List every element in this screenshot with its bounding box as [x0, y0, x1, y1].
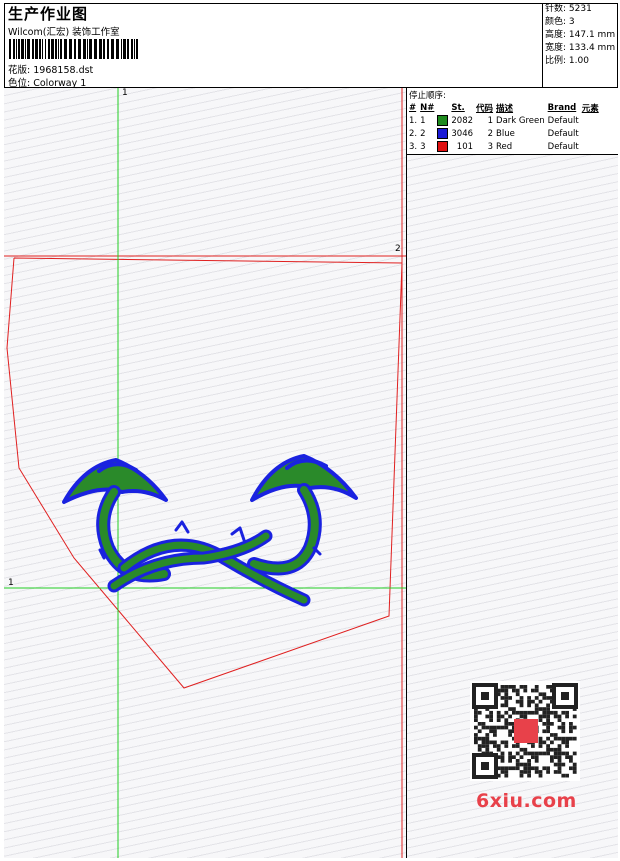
design-drawing	[4, 88, 406, 858]
company-name: Wilcom(汇宏) 装饰工作室	[8, 27, 120, 38]
axis-label-left: 1	[8, 578, 14, 588]
stat-stitches: 针数: 5231	[545, 4, 592, 14]
stop-sequence-table: # N# St. 代码 描述 Brand 元素 1. 1 2082 1 Dark G…	[409, 101, 602, 153]
col-stitches: St.	[451, 102, 465, 113]
stat-height: 高度: 147.1 mm	[545, 30, 616, 40]
pocket-outline	[6, 257, 403, 689]
col-swatch	[437, 101, 451, 114]
stat-width: 宽度: 133.4 mm	[545, 43, 616, 53]
table-row: 3. 3 101 3 Red Default	[409, 141, 579, 152]
colorway: 色位: Colorway 1	[8, 75, 86, 89]
design-canvas: 1 1 2	[4, 88, 406, 858]
stop-sequence-title: 停止顺序:	[409, 91, 446, 101]
design-file: 花版: 1968158.dst	[8, 62, 93, 76]
axis-label-right: 2	[395, 244, 401, 254]
col-desc: 描述	[496, 103, 514, 114]
col-index: #	[409, 102, 417, 113]
barcode	[9, 39, 138, 59]
embroidery-motif	[62, 454, 358, 607]
color-swatch	[437, 141, 449, 152]
col-n: N#	[420, 102, 435, 113]
table-row: 1. 1 2082 1 Dark Green Default	[409, 115, 579, 126]
col-code: 代码	[476, 103, 494, 114]
axis-label-top: 1	[122, 88, 128, 98]
watermark-logo: 6xiu.com	[476, 790, 577, 812]
qr-code	[470, 681, 580, 781]
col-brand: Brand	[547, 102, 577, 113]
header: 生产作业图 Wilcom(汇宏) 装饰工作室 花版: 1968158.dst 色…	[4, 3, 618, 89]
color-swatch	[437, 128, 449, 139]
stop-sequence-panel: 停止顺序: # N# St. 代码 描述 Brand 元素 1. 1 2082 …	[407, 88, 618, 155]
page-title: 生产作业图	[8, 5, 89, 23]
stats-panel: 针数: 5231 颜色: 3 高度: 147.1 mm 宽度: 133.4 mm…	[542, 3, 618, 88]
stat-colors: 颜色: 3	[545, 17, 575, 27]
color-swatch	[437, 115, 449, 126]
stat-scale: 比例: 1.00	[545, 56, 589, 66]
table-row: 2. 2 3046 2 Blue Default	[409, 128, 579, 139]
col-element: 元素	[581, 103, 599, 114]
